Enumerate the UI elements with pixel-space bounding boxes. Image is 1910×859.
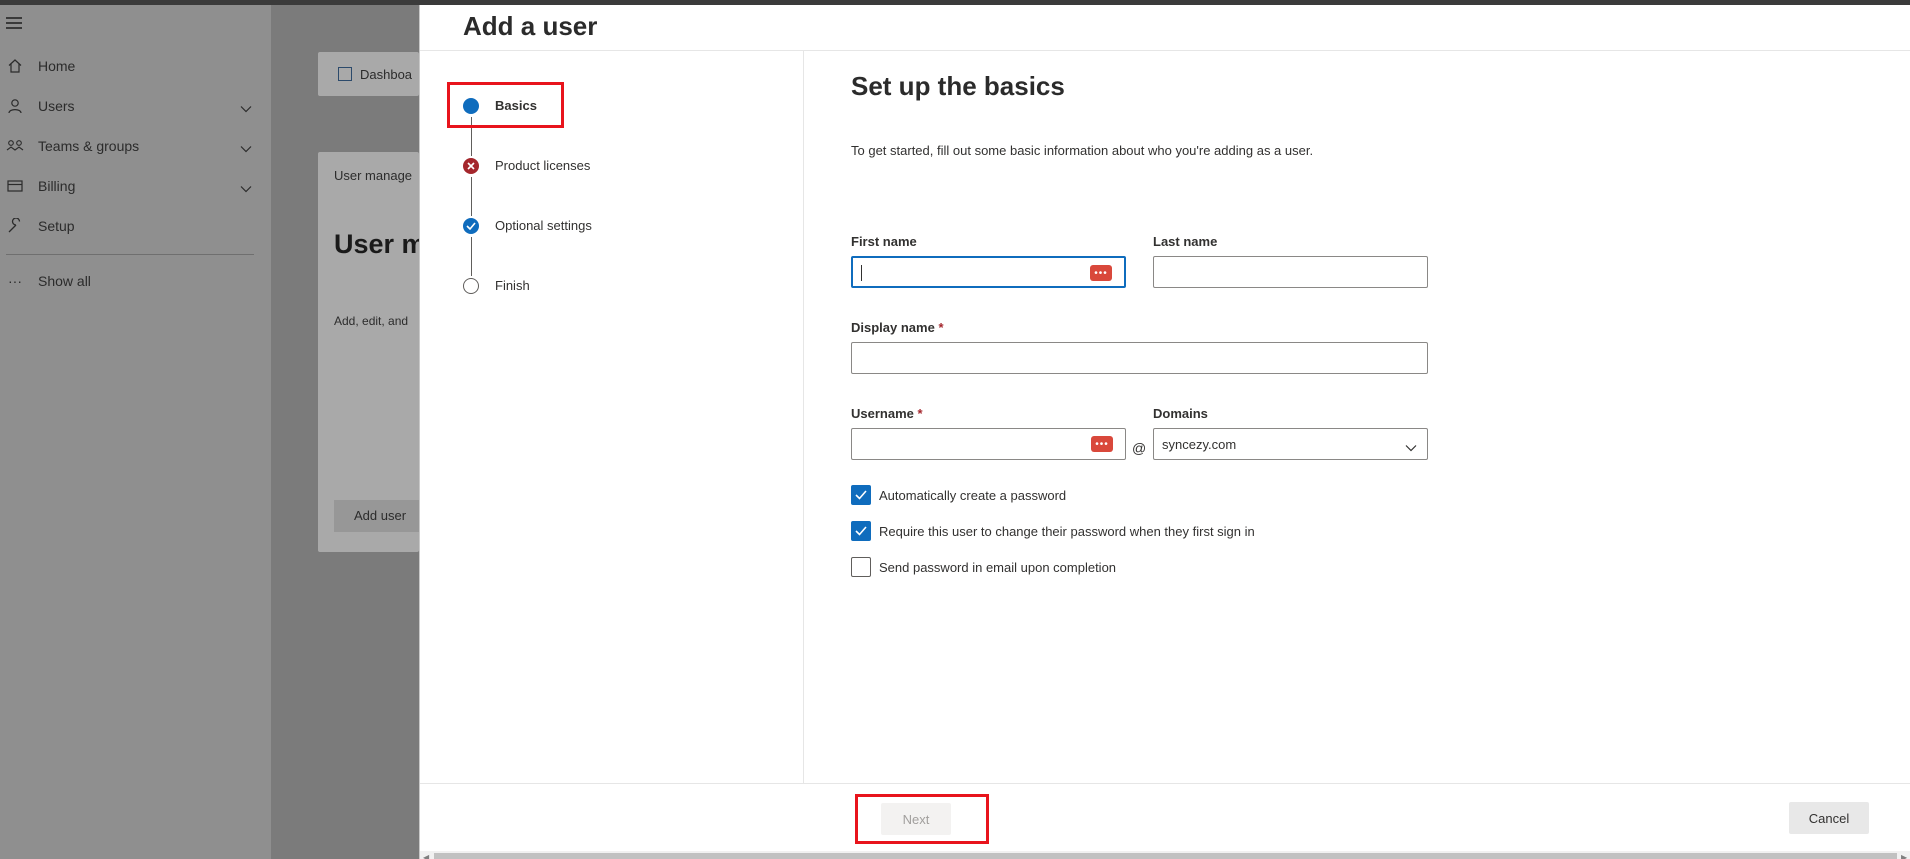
left-nav: Home Users Teams & groups Billing Setup … — [0, 5, 271, 859]
first-name-label: First name — [851, 234, 917, 249]
chevron-down-icon[interactable] — [240, 100, 252, 116]
nav-item-label: Billing — [38, 178, 76, 194]
nav-item-show-all[interactable]: ··· Show all — [0, 263, 271, 299]
nav-item-label: Teams & groups — [38, 138, 140, 154]
wrench-icon — [6, 217, 24, 235]
card-icon — [6, 177, 24, 195]
nav-item-home[interactable]: Home — [0, 48, 271, 84]
required-mark: * — [917, 406, 923, 421]
display-name-label: Display name * — [851, 320, 944, 335]
text-caret — [861, 265, 862, 281]
auto-password-checkbox[interactable] — [851, 485, 871, 505]
nav-divider — [6, 254, 254, 255]
step-label: Optional settings — [495, 218, 592, 233]
dashboard-tab-label: Dashboa — [360, 66, 413, 82]
password-manager-icon[interactable]: ••• — [1090, 265, 1112, 281]
home-icon — [6, 57, 24, 75]
user-management-card: User manage User m Add, edit, and Add us… — [318, 152, 419, 552]
scrollbar-thumb[interactable] — [434, 853, 1897, 859]
send-password-email-checkbox-row[interactable]: Send password in email upon completion — [851, 557, 1116, 577]
form-title: Set up the basics — [851, 71, 1065, 101]
domains-dropdown[interactable]: syncezy.com — [1153, 428, 1428, 460]
password-manager-icon[interactable]: ••• — [1091, 436, 1113, 452]
empty-circle-icon — [463, 278, 479, 294]
ellipsis-icon: ··· — [8, 273, 22, 289]
require-change-password-checkbox[interactable] — [851, 521, 871, 541]
panel-title: Add a user — [463, 11, 598, 41]
add-user-panel: Add a user Basics Product licenses Optio… — [419, 5, 1910, 859]
chevron-down-icon[interactable] — [240, 140, 252, 156]
nav-item-label: Setup — [38, 218, 75, 234]
nav-item-teams-groups[interactable]: Teams & groups — [0, 128, 271, 164]
required-mark: * — [938, 320, 944, 335]
breadcrumb: User manage — [334, 168, 413, 183]
scroll-left-icon[interactable]: ◀ — [423, 853, 429, 859]
username-label: Username * — [851, 406, 923, 421]
nav-item-label: Users — [38, 98, 75, 114]
dashboard-tab: Dashboa — [318, 52, 419, 96]
first-name-input[interactable]: ••• — [851, 256, 1126, 288]
checkmark-icon — [463, 218, 479, 234]
step-connector — [471, 177, 472, 216]
nav-item-billing[interactable]: Billing — [0, 168, 271, 204]
error-x-icon — [463, 158, 479, 174]
nav-item-label: Show all — [38, 273, 91, 289]
chevron-down-icon — [1405, 440, 1417, 455]
checkbox-label: Send password in email upon completion — [879, 559, 1117, 575]
nav-item-label: Home — [38, 58, 76, 74]
checkbox-label: Automatically create a password — [879, 487, 1067, 503]
horizontal-scrollbar[interactable]: ◀ ▶ — [420, 851, 1910, 859]
last-name-label: Last name — [1153, 234, 1218, 249]
step-connector — [471, 237, 472, 276]
chevron-down-icon[interactable] — [240, 180, 252, 196]
username-label-text: Username — [851, 406, 914, 421]
header-divider — [420, 50, 1910, 51]
people-icon — [6, 137, 24, 155]
dashboard-icon — [338, 67, 352, 81]
form-description: To get started, fill out some basic info… — [851, 143, 1314, 158]
hamburger-menu-icon[interactable] — [6, 17, 22, 29]
page-title: User m — [334, 229, 419, 259]
auto-password-checkbox-row[interactable]: Automatically create a password — [851, 485, 1066, 505]
display-name-input[interactable] — [851, 342, 1428, 374]
domains-selected-value: syncezy.com — [1162, 437, 1237, 452]
cancel-button[interactable]: Cancel — [1789, 802, 1869, 834]
last-name-input[interactable] — [1153, 256, 1428, 288]
require-change-password-checkbox-row[interactable]: Require this user to change their passwo… — [851, 521, 1255, 541]
step-label: Finish — [495, 278, 530, 293]
vertical-divider — [803, 51, 804, 783]
person-icon — [6, 97, 24, 115]
highlight-box-next — [855, 794, 989, 844]
send-password-email-checkbox[interactable] — [851, 557, 871, 577]
username-input[interactable]: ••• — [851, 428, 1126, 460]
footer-divider — [420, 783, 1910, 784]
nav-item-setup[interactable]: Setup — [0, 208, 271, 244]
domains-label: Domains — [1153, 406, 1208, 421]
highlight-box-basics — [447, 82, 564, 128]
at-symbol: @ — [1132, 440, 1147, 456]
page-description: Add, edit, and — [334, 314, 409, 328]
display-name-label-text: Display name — [851, 320, 935, 335]
nav-item-users[interactable]: Users — [0, 88, 271, 124]
step-label: Product licenses — [495, 158, 591, 173]
add-user-button: Add user — [334, 500, 419, 532]
checkbox-label: Require this user to change their passwo… — [879, 523, 1255, 539]
scroll-right-icon[interactable]: ▶ — [1901, 853, 1907, 859]
